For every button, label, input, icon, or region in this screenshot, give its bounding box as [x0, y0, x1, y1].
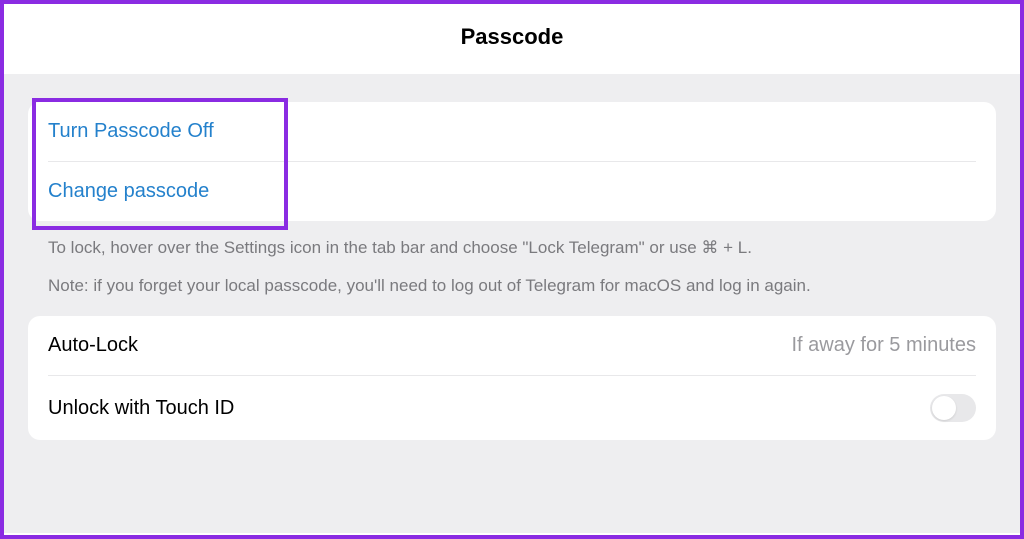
content-area: Turn Passcode Off Change passcode To loc… [4, 74, 1020, 533]
touch-id-toggle[interactable] [930, 394, 976, 422]
auto-lock-row[interactable]: Auto-Lock If away for 5 minutes [28, 316, 996, 375]
passcode-actions-card: Turn Passcode Off Change passcode [28, 102, 996, 221]
header: Passcode [4, 4, 1020, 74]
change-passcode-label: Change passcode [48, 180, 209, 203]
turn-passcode-off-label: Turn Passcode Off [48, 120, 214, 143]
auto-lock-value: If away for 5 minutes [791, 334, 976, 357]
footer-help-line2: Note: if you forget your local passcode,… [28, 261, 996, 317]
change-passcode-button[interactable]: Change passcode [28, 162, 996, 221]
touch-id-label: Unlock with Touch ID [48, 397, 234, 420]
settings-card: Auto-Lock If away for 5 minutes Unlock w… [28, 316, 996, 440]
toggle-knob [932, 396, 956, 420]
turn-passcode-off-button[interactable]: Turn Passcode Off [28, 102, 996, 161]
touch-id-row: Unlock with Touch ID [28, 376, 996, 440]
auto-lock-label: Auto-Lock [48, 334, 138, 357]
footer-help-line1: To lock, hover over the Settings icon in… [28, 221, 996, 261]
page-title: Passcode [4, 24, 1020, 50]
